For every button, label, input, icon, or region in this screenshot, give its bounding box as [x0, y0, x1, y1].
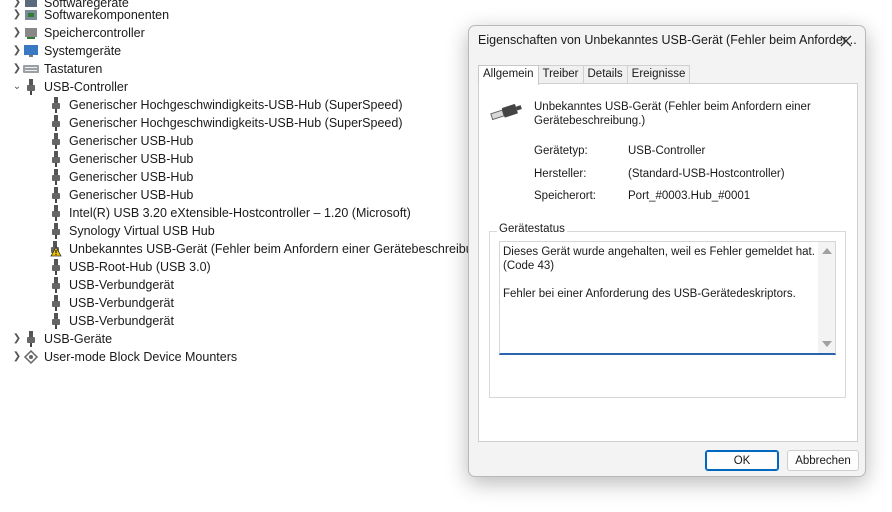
chevron-right-icon[interactable]: ❯: [11, 60, 23, 78]
device-status-text: Dieses Gerät wurde angehalten, weil es F…: [503, 246, 815, 300]
properties-dialog: Eigenschaften von Unbekanntes USB-Gerät …: [468, 25, 866, 477]
chevron-right-icon[interactable]: ❯: [11, 24, 23, 42]
usb-icon: [23, 331, 39, 347]
tab-events[interactable]: Ereignisse: [626, 65, 691, 84]
usb-icon: [48, 151, 64, 167]
tree-item-usb-device[interactable]: Generischer USB-Hub: [48, 186, 193, 204]
usb-icon: [48, 169, 64, 185]
dialog-title: Eigenschaften von Unbekanntes USB-Gerät …: [478, 33, 857, 47]
chevron-down-icon[interactable]: ⌄: [11, 78, 23, 96]
tree-item-usb-device[interactable]: Intel(R) USB 3.20 eXtensible-Hostcontrol…: [48, 204, 411, 222]
tree-node-keyboards[interactable]: ❯ Tastaturen: [11, 60, 103, 78]
device-status-textbox[interactable]: Dieses Gerät wurde angehalten, weil es F…: [499, 241, 836, 355]
keyboard-icon: [23, 61, 39, 77]
tree-item-usb-device[interactable]: USB-Verbundgerät: [48, 294, 174, 312]
tree-node-software-components[interactable]: ❯ Softwarekomponenten: [11, 6, 169, 24]
tab-details[interactable]: Details: [582, 65, 628, 84]
tree-node-system-devices[interactable]: ❯ Systemgeräte: [11, 42, 121, 60]
tree-item-usb-device[interactable]: USB-Verbundgerät: [48, 276, 174, 294]
tree-item-usb-device[interactable]: Generischer USB-Hub: [48, 150, 193, 168]
tree-item-unknown-usb-device[interactable]: Unbekanntes USB-Gerät (Fehler beim Anfor…: [48, 240, 494, 258]
tree-item-usb-device[interactable]: USB-Verbundgerät: [48, 312, 174, 330]
tree-node-usb-controllers[interactable]: ⌄ USB-Controller: [11, 78, 128, 96]
usb-icon: [48, 97, 64, 113]
tab-driver[interactable]: Treiber: [537, 65, 584, 84]
usb-warning-icon: [48, 241, 64, 257]
usb-icon: [48, 313, 64, 329]
status-scrollbar[interactable]: [818, 242, 835, 353]
system-device-icon: [23, 43, 39, 59]
chevron-right-icon[interactable]: ❯: [11, 330, 23, 348]
usb-device-icon: [489, 100, 523, 127]
tree-item-usb-device[interactable]: USB-Root-Hub (USB 3.0): [48, 258, 211, 276]
manufacturer-value: (Standard-USB-Hostcontroller): [628, 168, 785, 180]
manufacturer-label: Hersteller:: [534, 168, 587, 180]
storage-controller-icon: [23, 25, 39, 41]
usb-icon: [48, 187, 64, 203]
scroll-up-icon[interactable]: [822, 248, 832, 254]
usb-icon: [23, 79, 39, 95]
usb-icon: [48, 115, 64, 131]
scroll-down-icon[interactable]: [822, 341, 832, 347]
chevron-right-icon[interactable]: ❯: [11, 348, 23, 366]
tree-node-usb-devices[interactable]: ❯ USB-Geräte: [11, 330, 112, 348]
tree-item-usb-device[interactable]: Generischer USB-Hub: [48, 168, 193, 186]
tree-item-usb-device[interactable]: Generischer USB-Hub: [48, 132, 193, 150]
tree-item-usb-device[interactable]: Generischer Hochgeschwindigkeits-USB-Hub…: [48, 96, 403, 114]
chevron-right-icon[interactable]: ❯: [11, 6, 23, 24]
ok-button[interactable]: OK: [705, 450, 779, 471]
tab-general[interactable]: Allgemein: [478, 65, 539, 85]
cancel-button[interactable]: Abbrechen: [787, 450, 859, 471]
block-device-icon: [23, 349, 39, 365]
close-button[interactable]: [835, 30, 857, 52]
tree-item-usb-device[interactable]: Generischer Hochgeschwindigkeits-USB-Hub…: [48, 114, 403, 132]
tree-item-usb-device[interactable]: Synology Virtual USB Hub: [48, 222, 215, 240]
device-type-label: Gerätetyp:: [534, 145, 588, 157]
usb-icon: [48, 133, 64, 149]
usb-icon: [48, 205, 64, 221]
usb-icon: [48, 259, 64, 275]
device-type-value: USB-Controller: [628, 145, 706, 157]
tab-bar: Allgemein Treiber Details Ereignisse: [478, 65, 691, 85]
tree-node-storage-controllers[interactable]: ❯ Speichercontroller: [11, 24, 145, 42]
tree-node-block-device-mounters[interactable]: ❯ User-mode Block Device Mounters: [11, 348, 237, 366]
location-value: Port_#0003.Hub_#0001: [628, 190, 751, 202]
device-name: Unbekanntes USB-Gerät (Fehler beim Anfor…: [534, 101, 811, 127]
usb-icon: [48, 277, 64, 293]
usb-icon: [48, 223, 64, 239]
software-component-icon: [23, 7, 39, 23]
device-status-title: Gerätestatus: [497, 223, 567, 235]
location-label: Speicherort:: [534, 190, 597, 202]
close-icon: [840, 35, 852, 47]
usb-icon: [48, 295, 64, 311]
chevron-right-icon[interactable]: ❯: [11, 42, 23, 60]
